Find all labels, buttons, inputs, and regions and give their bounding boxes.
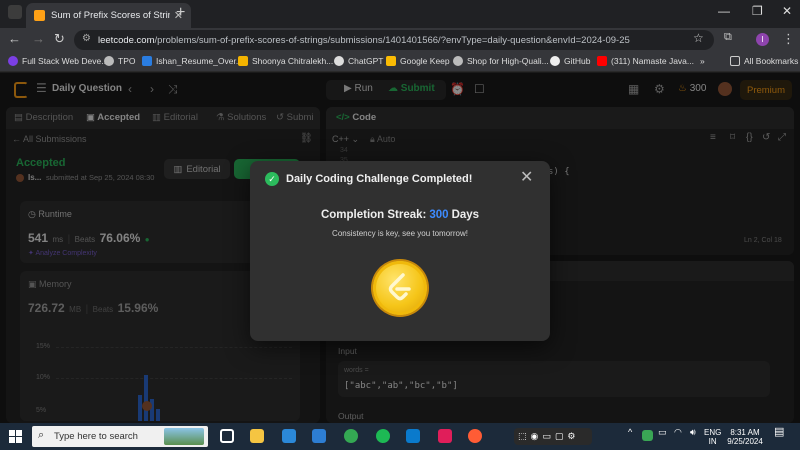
profile-avatar[interactable]: I: [756, 33, 769, 46]
tab-title: Sum of Prefix Scores of Strings: [51, 10, 170, 21]
more-bookmarks-button[interactable]: »: [700, 56, 705, 66]
vscode-icon[interactable]: [406, 429, 420, 443]
site-info-icon[interactable]: ⚙: [82, 33, 91, 44]
globe-icon: [104, 56, 114, 66]
modal-title: Daily Coding Challenge Completed!: [286, 173, 473, 185]
restore-button[interactable]: ❐: [752, 4, 763, 18]
volume-icon[interactable]: 🔊︎: [690, 428, 696, 437]
language-indicator[interactable]: ENG IN: [704, 428, 721, 446]
close-icon[interactable]: ✕: [520, 167, 533, 187]
taskbar-search-input[interactable]: ⌕ Type here to search: [32, 426, 208, 447]
minimize-button[interactable]: —: [718, 4, 730, 18]
bookmark-item[interactable]: TPO: [104, 56, 135, 66]
bookmark-star-icon[interactable]: ☆: [693, 31, 704, 45]
search-highlight-image: [164, 428, 204, 445]
bookmark-icon: [142, 56, 152, 66]
spotify-icon[interactable]: [376, 429, 390, 443]
tray-app-icon[interactable]: [642, 430, 653, 441]
reload-button[interactable]: ↻: [54, 31, 65, 47]
forward-button[interactable]: →: [32, 31, 45, 46]
globe-icon: [453, 56, 463, 66]
streak-suffix: Days: [451, 209, 480, 221]
github-icon: [550, 56, 560, 66]
extensions-icon[interactable]: ⧉: [724, 31, 732, 44]
chatgpt-icon: [334, 56, 344, 66]
browser-toolbar: ← → ↻ ⚙ leetcode.com/problems/sum-of-pre…: [0, 28, 800, 52]
windows-taskbar: ⌕ Type here to search ⬚◉▭▢⚙ ^ ▭ ◠ 🔊︎ ENG…: [0, 423, 800, 450]
wifi-icon[interactable]: ◠: [674, 428, 682, 437]
streak-value: 300: [429, 209, 449, 221]
store-icon[interactable]: [312, 429, 326, 443]
bookmarks-bar: Full Stack Web Deve... TPO Ishan_Resume_…: [0, 52, 800, 72]
postman-icon[interactable]: [468, 429, 482, 443]
file-explorer-icon[interactable]: [250, 429, 264, 443]
check-circle-icon: ✓: [265, 172, 279, 186]
streak-prefix: Completion Streak:: [320, 209, 427, 221]
completion-streak: Completion Streak: 300 Days: [250, 209, 550, 221]
mail-icon[interactable]: [282, 429, 296, 443]
bookmark-icon: [8, 56, 18, 66]
browser-tab[interactable]: Sum of Prefix Scores of Strings ✕: [26, 3, 191, 28]
tab-search-button[interactable]: [8, 5, 22, 19]
folder-icon: [730, 56, 740, 66]
battery-icon[interactable]: ▭: [658, 428, 667, 437]
drive-icon: [238, 56, 248, 66]
bookmark-item[interactable]: (311) Namaste Java...: [597, 56, 694, 66]
all-bookmarks-button[interactable]: All Bookmarks: [730, 56, 798, 66]
address-bar[interactable]: ⚙ leetcode.com/problems/sum-of-prefix-sc…: [74, 30, 714, 50]
close-window-button[interactable]: ✕: [782, 4, 792, 18]
bookmark-item[interactable]: GitHub: [550, 56, 590, 66]
bookmark-item[interactable]: ChatGPT: [334, 56, 383, 66]
youtube-icon: [597, 56, 607, 66]
chrome-icon[interactable]: [344, 429, 358, 443]
tab-bar: Sum of Prefix Scores of Strings ✕ + — ❐ …: [0, 0, 800, 28]
windows-start-icon[interactable]: [9, 430, 22, 443]
leetcode-favicon-icon: [34, 10, 45, 21]
slack-icon[interactable]: [438, 429, 452, 443]
bookmark-item[interactable]: Shop for High-Quali...: [453, 56, 549, 66]
search-icon: ⌕: [38, 429, 45, 441]
bookmark-item[interactable]: Full Stack Web Deve...: [8, 56, 108, 66]
new-tab-button[interactable]: +: [176, 4, 185, 22]
notifications-icon[interactable]: ▤: [774, 427, 784, 438]
url-path: /problems/sum-of-prefix-scores-of-string…: [154, 34, 630, 46]
bookmark-item[interactable]: Google Keep: [386, 56, 450, 66]
snipping-tool-bar[interactable]: ⬚◉▭▢⚙: [514, 428, 592, 445]
modal-subtitle: Consistency is key, see you tomorrow!: [332, 229, 468, 238]
tray-chevron-icon[interactable]: ^: [628, 428, 632, 437]
daily-challenge-modal: ✓ Daily Coding Challenge Completed! ✕ Co…: [250, 161, 550, 341]
chrome-menu-icon[interactable]: ⋮: [782, 31, 795, 47]
leetcode-coin-icon: [373, 261, 427, 315]
keep-icon: [386, 56, 396, 66]
bookmark-item[interactable]: Ishan_Resume_Over...: [142, 56, 243, 66]
bookmark-item[interactable]: Shoonya Chitralekh...: [238, 56, 333, 66]
task-view-icon[interactable]: [220, 429, 234, 443]
clock[interactable]: 8:31 AM 9/25/2024: [726, 428, 764, 446]
leetcode-logo-icon: [388, 273, 411, 301]
url-host: leetcode.com: [98, 34, 155, 46]
back-button[interactable]: ←: [8, 31, 21, 46]
